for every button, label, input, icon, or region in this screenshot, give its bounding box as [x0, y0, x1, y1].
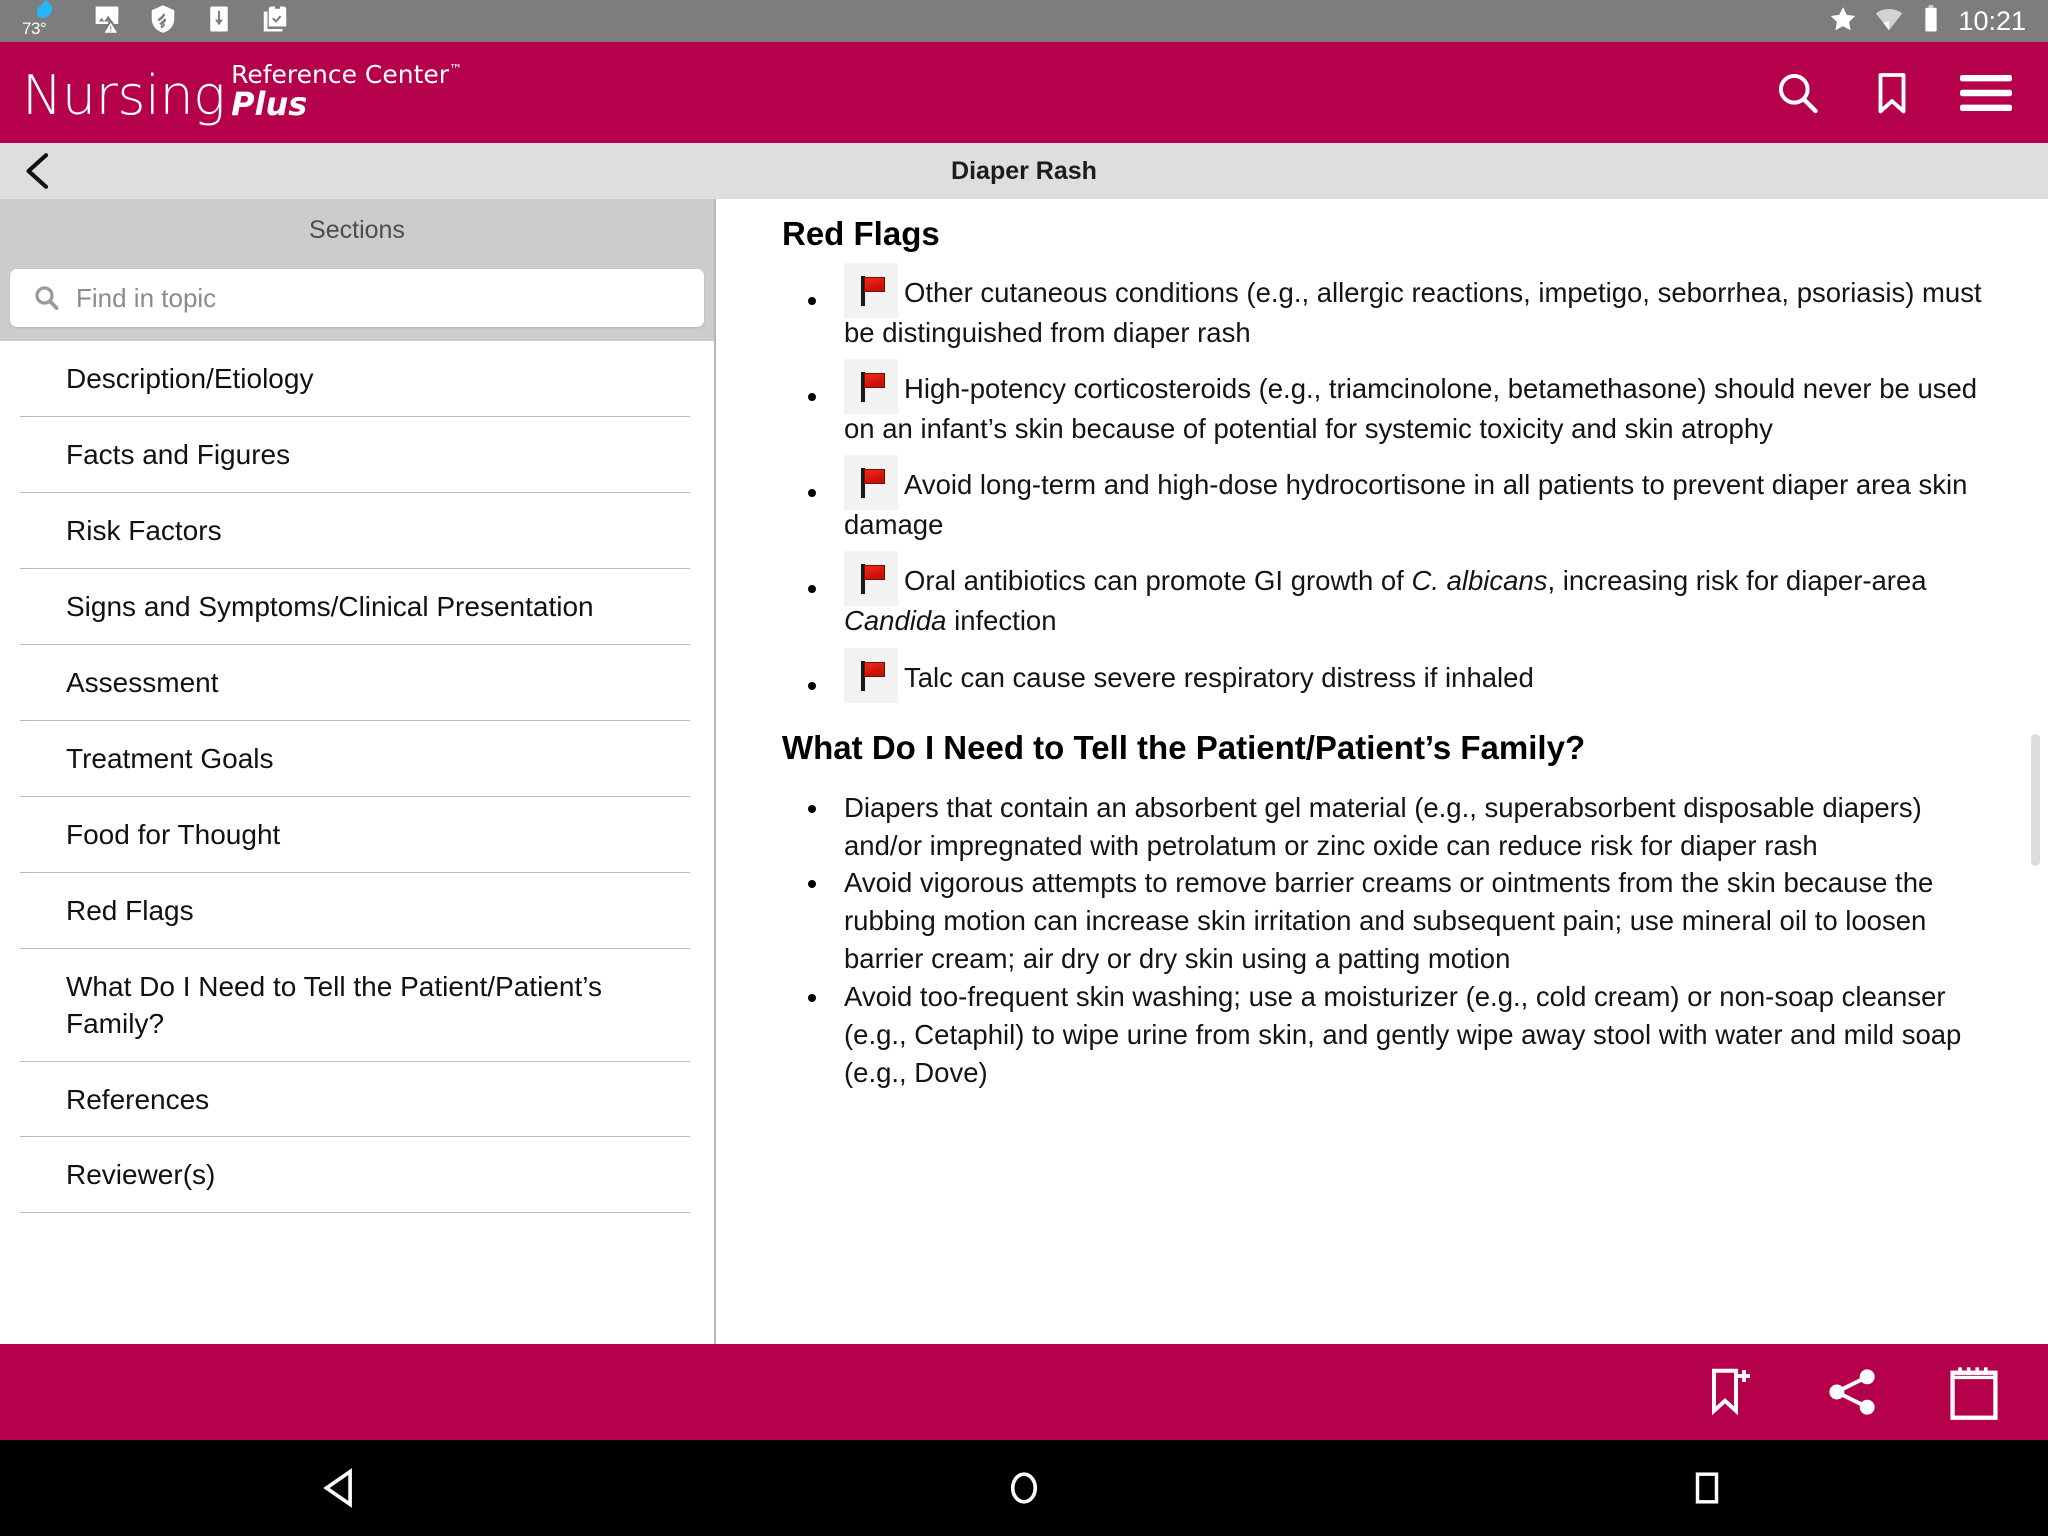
- android-recents-icon[interactable]: [1647, 1458, 1767, 1518]
- search-icon[interactable]: [1770, 65, 1826, 121]
- list-item-text: Avoid long-term and high-dose hydrocorti…: [844, 469, 1968, 541]
- sidebar-item-what-do-i-need-to-tell[interactable]: What Do I Need to Tell the Patient/Patie…: [20, 949, 690, 1062]
- body-area: Sections Description/Etiology Facts and …: [0, 199, 2048, 1344]
- red-flag-icon: [844, 455, 898, 511]
- app-root: 73° 10:21 Nursing Reference Center™ Plus…: [0, 0, 2048, 1536]
- sidebar-item-assessment[interactable]: Assessment: [20, 645, 690, 721]
- topic-content-pane[interactable]: Red Flags Other cutaneous conditions (e.…: [718, 199, 2048, 1344]
- find-in-topic-box[interactable]: [10, 269, 704, 327]
- brand-primary-text: Nursing: [22, 64, 226, 128]
- sections-sidebar: Sections Description/Etiology Facts and …: [0, 199, 716, 1344]
- content-heading-red-flags: Red Flags: [782, 215, 940, 252]
- list-item: Avoid long-term and high-dose hydrocorti…: [782, 455, 2004, 539]
- sidebar-item-red-flags[interactable]: Red Flags: [20, 873, 690, 949]
- patient-family-list: Diapers that contain an absorbent gel ma…: [782, 789, 2004, 1093]
- red-flags-list: Other cutaneous conditions (e.g., allerg…: [782, 263, 2004, 703]
- android-back-icon[interactable]: [281, 1458, 401, 1518]
- list-item: Talc can cause severe respiratory distre…: [782, 647, 2004, 703]
- sidebar-item-reviewers[interactable]: Reviewer(s): [20, 1137, 690, 1214]
- list-item-text: High-potency corticosteroids (e.g., tria…: [844, 373, 1978, 445]
- brand-secondary-text: Reference Center™: [231, 59, 463, 89]
- sidebar-item-food-for-thought[interactable]: Food for Thought: [20, 797, 690, 873]
- sections-panel-title: Sections: [0, 199, 714, 261]
- red-flag-icon: [844, 359, 898, 415]
- red-flag-icon: [844, 263, 898, 318]
- add-bookmark-icon[interactable]: [1698, 1360, 1762, 1424]
- android-status-bar: 73° 10:21: [0, 0, 2048, 42]
- image-warning-icon: [92, 4, 122, 39]
- sidebar-item-description-etiology[interactable]: Description/Etiology: [20, 341, 690, 417]
- topic-title-bar: Diaper Rash: [0, 143, 2048, 199]
- list-item: Other cutaneous conditions (e.g., allerg…: [782, 263, 2004, 347]
- list-item-text: Avoid too-frequent skin washing; use a m…: [844, 981, 1962, 1089]
- find-in-topic-input[interactable]: [76, 282, 648, 314]
- sidebar-item-facts-and-figures[interactable]: Facts and Figures: [20, 417, 690, 493]
- find-in-topic-wrapper: [0, 261, 714, 341]
- list-item: High-potency corticosteroids (e.g., tria…: [782, 359, 2004, 443]
- red-flag-icon: [844, 647, 898, 703]
- list-item: Avoid too-frequent skin washing; use a m…: [782, 978, 2004, 1092]
- status-bar-left-icons: 73°: [22, 0, 290, 41]
- trademark-symbol: ™: [449, 62, 463, 78]
- app-logo: Nursing Reference Center™ Plus: [0, 59, 463, 128]
- hamburger-menu-icon[interactable]: [1958, 65, 2014, 121]
- temperature-value: 73°: [22, 19, 47, 38]
- list-item: Diapers that contain an absorbent gel ma…: [782, 789, 2004, 865]
- sidebar-item-treatment-goals[interactable]: Treatment Goals: [20, 721, 690, 797]
- android-nav-bar: [0, 1440, 2048, 1536]
- list-item-text: Oral antibiotics can promote GI growth o…: [844, 565, 1927, 637]
- page-title: Diaper Rash: [951, 156, 1097, 185]
- clipboard-check-icon: [260, 4, 290, 39]
- bookmark-icon[interactable]: [1864, 65, 1920, 121]
- app-header: Nursing Reference Center™ Plus: [0, 42, 2048, 143]
- security-shield-icon: [148, 4, 178, 39]
- status-bar-right-icons: 10:21: [1828, 4, 2026, 39]
- search-icon: [32, 283, 62, 313]
- content-heading-tell-patient: What Do I Need to Tell the Patient/Patie…: [782, 728, 1586, 766]
- wifi-icon: [1874, 4, 1904, 39]
- sidebar-item-signs-and-symptoms[interactable]: Signs and Symptoms/Clinical Presentation: [20, 569, 690, 645]
- list-item-text: Other cutaneous conditions (e.g., allerg…: [844, 277, 1982, 348]
- status-bar-clock: 10:21: [1958, 5, 2026, 36]
- list-item-text: Avoid vigorous attempts to remove barrie…: [844, 867, 1934, 975]
- list-item-text: Talc can cause severe respiratory distre…: [904, 661, 1534, 693]
- download-icon: [204, 4, 234, 39]
- list-item: Avoid vigorous attempts to remove barrie…: [782, 864, 2004, 978]
- list-item: Oral antibiotics can promote GI growth o…: [782, 551, 2004, 635]
- header-action-group: [1770, 65, 2048, 121]
- android-home-icon[interactable]: [964, 1458, 1084, 1518]
- star-icon: [1828, 4, 1858, 39]
- battery-icon: [1920, 4, 1942, 39]
- red-flag-icon: [844, 551, 898, 607]
- notepad-icon[interactable]: [1942, 1360, 2006, 1424]
- water-drop-icon: 73°: [22, 0, 66, 41]
- brand-tertiary-text: Plus: [231, 84, 308, 123]
- sidebar-item-references[interactable]: References: [20, 1062, 690, 1138]
- list-item-text: Diapers that contain an absorbent gel ma…: [844, 791, 1922, 861]
- bottom-toolbar: [0, 1344, 2048, 1440]
- share-icon[interactable]: [1820, 1360, 1884, 1424]
- content-scrollbar[interactable]: [2031, 734, 2040, 866]
- sections-list: Description/Etiology Facts and Figures R…: [0, 341, 714, 1214]
- sidebar-item-risk-factors[interactable]: Risk Factors: [20, 493, 690, 569]
